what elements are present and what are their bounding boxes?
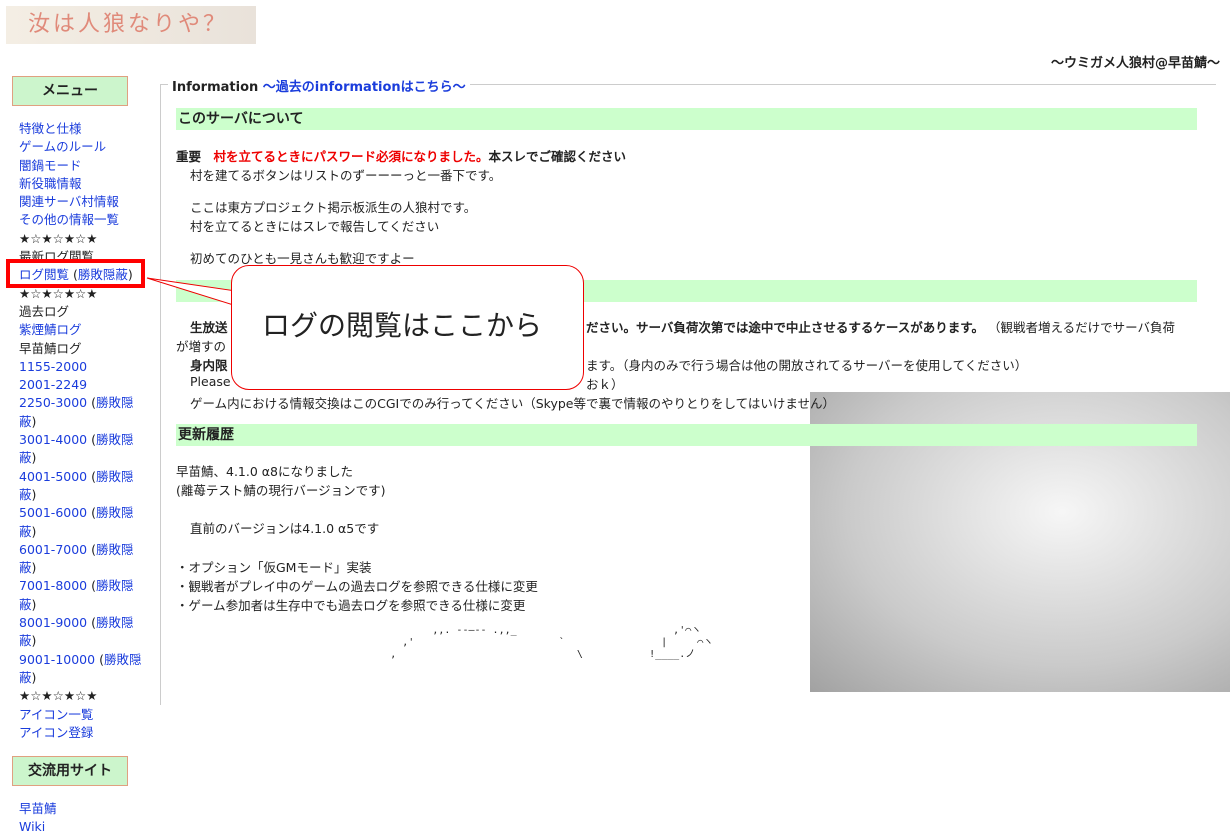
- exchange-title: 交流用サイト: [12, 756, 128, 787]
- menu-title: メニュー: [12, 76, 128, 106]
- text-bold: ださい。サーバ負荷次第では途中で中止させるするケースがあります。: [586, 320, 985, 335]
- section-header: 更新履歴: [176, 424, 1197, 446]
- info-legend: Information ～過去のinformationはこちら～: [168, 76, 470, 95]
- callout-pointer: [146, 277, 244, 309]
- divider-stars: ★☆★☆★☆★: [19, 688, 98, 704]
- divider-stars: ★☆★☆★☆★: [19, 230, 98, 246]
- sidebar: メニュー 特徴と仕様 ゲームのルール 闇鍋モード 新役職情報 関連サーバ村情報 …: [0, 76, 150, 837]
- important-notice: 重要 村を立てるときにパスワード必須になりました。本スレでご確認ください: [176, 146, 626, 165]
- important-label: 重要: [176, 149, 202, 164]
- range-link[interactable]: 5001-6000: [19, 505, 87, 520]
- section-header: このサーバについて: [176, 108, 1197, 130]
- range-link[interactable]: 1155-2000: [19, 359, 87, 374]
- exchange-link[interactable]: Wiki: [19, 819, 45, 834]
- range-link[interactable]: 4001-5000: [19, 469, 87, 484]
- text-line: が増すの: [176, 339, 227, 354]
- text-line: ます。（身内のみで行う場合は他の開放されてるサーバーを使用してください）: [586, 358, 1028, 373]
- past-log-label: 過去ログ: [19, 303, 70, 319]
- range-link[interactable]: 2001-2249: [19, 377, 87, 392]
- info-label: Information: [172, 80, 259, 95]
- site-logo: 汝は人狼なりや？: [6, 6, 256, 44]
- text-line: ・オプション「仮GMモード」実装: [176, 560, 372, 575]
- shien-log-link[interactable]: 紫煙鯖ログ: [19, 322, 82, 337]
- menu-link[interactable]: 特徴と仕様: [19, 121, 82, 136]
- text-line: ・ゲーム参加者は生存中でも過去ログを参照できる仕様に変更: [176, 598, 526, 613]
- menu-link[interactable]: その他の情報一覧: [19, 212, 119, 227]
- text-line: ださい。サーバ負荷次第では途中で中止させるするケースがあります。 （観戦者増える…: [586, 317, 1175, 336]
- menu-link[interactable]: 新役職情報: [19, 176, 82, 191]
- text-line: 身内限: [190, 358, 228, 373]
- exchange-link[interactable]: 早苗鯖: [19, 801, 57, 816]
- menu-link[interactable]: 関連サーバ村情報: [19, 194, 119, 209]
- text-line: (離苺テスト鯖の現行バージョンです): [176, 483, 386, 498]
- text-line: 村を立てるときにはスレで報告してください: [190, 219, 440, 234]
- past-info-link[interactable]: ～過去のinformationはこちら～: [263, 80, 466, 95]
- ascii-art: ,,. --―-- .,,_ ,'⌒ヽ ,' ` | ⌒ヽ , \ !____.…: [390, 625, 714, 660]
- village-name: ～ウミガメ人狼村@早苗鯖～: [1050, 56, 1220, 71]
- range-link[interactable]: 7001-8000: [19, 578, 87, 593]
- icon-register-link[interactable]: アイコン登録: [19, 725, 93, 740]
- text-line: Please: [190, 374, 231, 389]
- text-line: ・観戦者がプレイ中のゲームの過去ログを参照できる仕様に変更: [176, 579, 538, 594]
- range-link[interactable]: 3001-4000: [19, 432, 87, 447]
- menu-link[interactable]: 闇鍋モード: [19, 158, 82, 173]
- menu-link[interactable]: ゲームのルール: [19, 139, 106, 154]
- important-red: 村を立てるときにパスワード必須になりました。: [213, 149, 489, 164]
- icon-list-link[interactable]: アイコン一覧: [19, 707, 93, 722]
- text-line: おｋ）: [586, 377, 624, 392]
- text-line: ゲーム内における情報交換はこのCGIでのみ行ってください（Skype等で裏で情報…: [190, 396, 835, 411]
- sanae-log-label: 早苗鯖ログ: [19, 340, 82, 356]
- range-link[interactable]: 6001-7000: [19, 542, 87, 557]
- text-span: （観戦者増えるだけでサーバ負荷: [988, 320, 1176, 335]
- text-line: 生放送: [190, 320, 228, 335]
- range-link[interactable]: 2250-3000: [19, 395, 87, 410]
- text-line: 早苗鯖、4.1.0 α8になりました: [176, 464, 353, 479]
- range-link[interactable]: 9001-10000: [19, 652, 95, 667]
- highlight-box: [6, 259, 145, 288]
- callout-bubble: ログの閲覧はここから: [231, 265, 584, 390]
- text-line: ここは東方プロジェクト掲示板派生の人狼村です。: [190, 200, 477, 215]
- important-rest: 本スレでご確認ください: [488, 149, 627, 164]
- text-line: 直前のバージョンは4.1.0 α5です: [190, 521, 380, 536]
- text-line: 村を建てるボタンはリストのずーーーっと一番下です。: [190, 168, 502, 183]
- range-link[interactable]: 8001-9000: [19, 615, 87, 630]
